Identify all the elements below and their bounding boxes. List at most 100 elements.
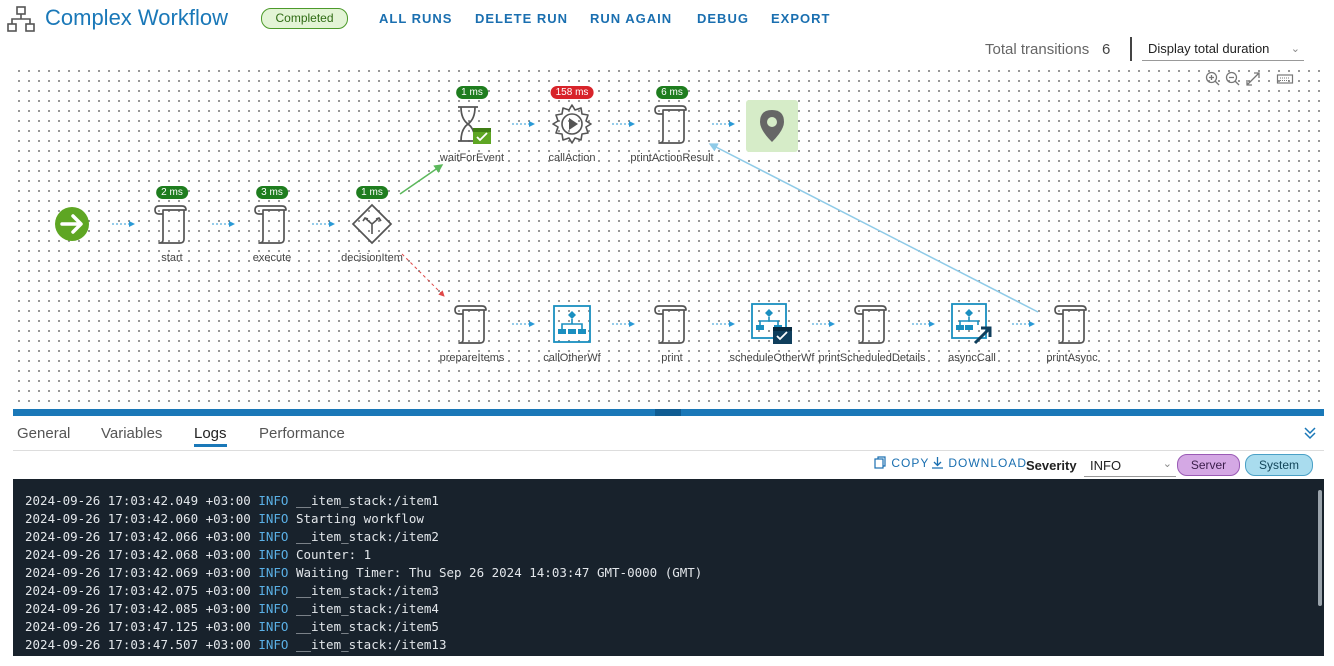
status-badge: Completed: [261, 8, 348, 29]
node-label: printActionResult: [630, 152, 714, 164]
duration-badge: 1 ms: [356, 186, 388, 199]
arrow-right-icon: [55, 207, 89, 241]
total-transitions-value: 6: [1102, 41, 1111, 58]
chevron-down-icon: ⌄: [1162, 458, 1172, 470]
log-line: 2024-09-26 17:03:42.060 +03:00 INFO Star…: [25, 511, 424, 526]
header: Complex Workflow Completed ALL RUNS DELE…: [0, 0, 1334, 38]
scroll-icon: [154, 205, 187, 244]
node-schedule-other-wf[interactable]: scheduleOtherWf: [717, 302, 827, 364]
download-icon: [932, 457, 943, 469]
node-label: waitForEvent: [439, 152, 505, 164]
node-label: printScheduledDetails: [818, 352, 926, 364]
system-filter-toggle[interactable]: System: [1245, 454, 1313, 476]
log-scrollbar[interactable]: [1318, 490, 1322, 606]
panel-splitter[interactable]: [13, 409, 1324, 416]
duration-badge: 6 ms: [656, 86, 688, 99]
splitter-grip[interactable]: [655, 409, 681, 416]
node-print-async[interactable]: printAsync: [1017, 302, 1127, 364]
node-label: print: [661, 352, 683, 364]
duration-badge: 3 ms: [256, 186, 288, 199]
gear-play-icon: [552, 104, 592, 144]
decision-icon: [351, 203, 393, 245]
tab-general[interactable]: General: [17, 425, 70, 442]
log-console[interactable]: 2024-09-26 17:03:42.049 +03:00 INFO __it…: [13, 479, 1324, 656]
detail-tabs: General Variables Logs Performance: [13, 416, 1324, 451]
node-async-call[interactable]: asyncCall: [917, 302, 1027, 364]
log-line: 2024-09-26 17:03:42.075 +03:00 INFO __it…: [25, 583, 439, 598]
run-again-button[interactable]: RUN AGAIN: [590, 11, 672, 26]
node-label: execute: [252, 252, 292, 264]
node-label: printAsync: [1046, 352, 1098, 364]
all-runs-button[interactable]: ALL RUNS: [379, 11, 452, 26]
collapse-panel-icon[interactable]: [1302, 425, 1318, 441]
node-label: prepareItems: [439, 352, 505, 364]
duration-badge: 158 ms: [550, 86, 594, 99]
node-print-action-result[interactable]: printActionResult: [617, 102, 727, 164]
link-decision-true: [399, 164, 444, 195]
node-label: callAction: [548, 152, 596, 164]
download-label: DOWNLOAD: [948, 456, 1028, 470]
node-label: scheduleOtherWf: [729, 352, 815, 364]
tab-logs[interactable]: Logs: [194, 425, 227, 447]
map-pin-icon: [746, 100, 798, 152]
duration-select-value: Display total duration: [1148, 41, 1270, 56]
node-prepare-items[interactable]: prepareItems: [417, 302, 527, 364]
severity-label: Severity: [1026, 458, 1077, 473]
link-printasync-printresult: [708, 143, 1039, 313]
workflow-async-icon: [951, 303, 992, 345]
duration-badge: 1 ms: [456, 86, 488, 99]
delete-run-button[interactable]: DELETE RUN: [475, 11, 568, 26]
chevron-down-icon: ⌄: [1290, 43, 1300, 55]
node-execute[interactable]: execute: [217, 202, 327, 264]
start-event-node[interactable]: [17, 202, 127, 252]
zoom-in-icon[interactable]: [1204, 70, 1222, 88]
workflow-icon: [553, 305, 591, 343]
node-label: start: [161, 252, 183, 264]
node-print[interactable]: print: [617, 302, 727, 364]
node-decision-item[interactable]: decisionItem: [317, 202, 427, 264]
node-label: asyncCall: [948, 352, 996, 364]
log-line: 2024-09-26 17:03:42.049 +03:00 INFO __it…: [25, 493, 439, 508]
copy-icon: [874, 456, 886, 469]
node-wait-for-event[interactable]: waitForEvent: [417, 102, 527, 164]
workflow-canvas[interactable]: start 2 ms execute 3 ms decisionItem 1 m…: [14, 66, 1324, 409]
log-line: 2024-09-26 17:03:42.085 +03:00 INFO __it…: [25, 601, 439, 616]
scroll-icon: [654, 105, 687, 144]
fit-screen-icon[interactable]: [1244, 70, 1262, 88]
page-title: Complex Workflow: [45, 5, 228, 30]
log-line: 2024-09-26 17:03:42.068 +03:00 INFO Coun…: [25, 547, 372, 562]
scroll-icon: [254, 205, 287, 244]
severity-select[interactable]: INFO ⌄: [1084, 454, 1176, 477]
node-label: callOtherWf: [543, 352, 601, 364]
workflow-calendar-icon: [751, 303, 792, 344]
tab-performance[interactable]: Performance: [259, 425, 345, 442]
duration-select[interactable]: Display total duration ⌄: [1142, 38, 1304, 61]
scroll-icon: [1054, 305, 1087, 344]
log-line: 2024-09-26 17:03:47.125 +03:00 INFO __it…: [25, 619, 439, 634]
copy-label: COPY: [891, 456, 930, 470]
zoom-out-icon[interactable]: [1224, 70, 1242, 88]
duration-badge: 2 ms: [156, 186, 188, 199]
server-filter-toggle[interactable]: Server: [1177, 454, 1240, 476]
total-transitions-label: Total transitions: [985, 41, 1090, 58]
scroll-icon: [454, 305, 487, 344]
export-button[interactable]: EXPORT: [771, 11, 830, 26]
node-start[interactable]: start: [117, 202, 227, 264]
debug-button[interactable]: DEBUG: [697, 11, 749, 26]
node-call-action[interactable]: callAction: [517, 102, 627, 164]
node-print-scheduled-details[interactable]: printScheduledDetails: [817, 302, 927, 364]
log-line: 2024-09-26 17:03:42.066 +03:00 INFO __it…: [25, 529, 439, 544]
copy-button[interactable]: COPY: [874, 456, 929, 470]
divider: [1130, 37, 1132, 61]
log-line: 2024-09-26 17:03:47.507 +03:00 INFO __it…: [25, 637, 447, 652]
keyboard-icon[interactable]: [1276, 70, 1294, 88]
download-button[interactable]: DOWNLOAD: [931, 456, 1027, 470]
node-call-other-wf[interactable]: callOtherWf: [517, 302, 627, 364]
scroll-icon: [854, 305, 887, 344]
severity-value: INFO: [1090, 458, 1122, 473]
log-line: 2024-09-26 17:03:42.069 +03:00 INFO Wait…: [25, 565, 703, 580]
scroll-icon: [654, 305, 687, 344]
end-node[interactable]: [717, 100, 827, 152]
tab-variables[interactable]: Variables: [101, 425, 162, 442]
hourglass-calendar-icon: [458, 106, 491, 144]
